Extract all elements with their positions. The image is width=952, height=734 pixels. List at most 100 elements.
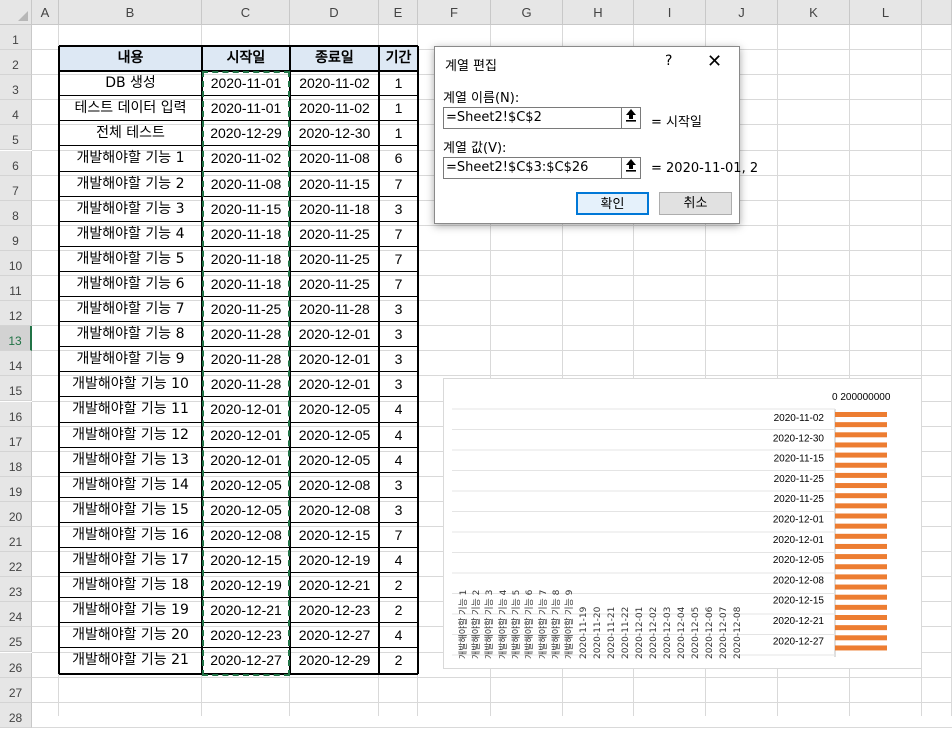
row-header-28[interactable]: 28: [0, 702, 32, 728]
table-cell[interactable]: 개발해야할 기능 15: [59, 498, 202, 523]
table-cell[interactable]: 2020-12-23: [290, 598, 379, 623]
table-header-cell[interactable]: 시작일: [202, 46, 290, 72]
table-cell[interactable]: 3: [379, 297, 418, 322]
table-cell[interactable]: 2020-11-08: [290, 146, 379, 171]
row-header-10[interactable]: 10: [0, 250, 32, 276]
series-values-field[interactable]: =Sheet2!$C$3:$C$26: [443, 157, 627, 179]
table-cell[interactable]: 2020-12-30: [290, 121, 379, 146]
column-header-f[interactable]: F: [418, 0, 491, 25]
table-cell[interactable]: DB 생성: [59, 71, 202, 96]
table-cell[interactable]: 3: [379, 197, 418, 222]
row-header-13[interactable]: 13: [0, 326, 32, 352]
table-cell[interactable]: 2020-11-18: [290, 197, 379, 222]
table-cell[interactable]: 개발해야할 기능 8: [59, 322, 202, 347]
table-cell[interactable]: 7: [379, 172, 418, 197]
table-cell[interactable]: 2020-12-19: [290, 548, 379, 573]
table-cell[interactable]: 2: [379, 648, 418, 673]
ok-button[interactable]: 확인: [576, 192, 649, 215]
row-header-5[interactable]: 5: [0, 125, 32, 151]
gantt-chart[interactable]: 0 200000000 2020-11-02 2020-12-30 2020-11-1…: [443, 378, 922, 669]
table-cell[interactable]: 개발해야할 기능 20: [59, 623, 202, 648]
table-cell[interactable]: 개발해야할 기능 14: [59, 473, 202, 498]
table-cell[interactable]: 3: [379, 322, 418, 347]
table-cell[interactable]: 개발해야할 기능 19: [59, 598, 202, 623]
table-cell[interactable]: 7: [379, 247, 418, 272]
table-cell[interactable]: 2020-12-29: [290, 648, 379, 673]
table-cell[interactable]: 2020-11-25: [290, 272, 379, 297]
column-header-g[interactable]: G: [491, 0, 563, 25]
table-cell[interactable]: 2020-12-27: [290, 623, 379, 648]
table-cell[interactable]: 개발해야할 기능 13: [59, 448, 202, 473]
row-header-20[interactable]: 20: [0, 501, 32, 527]
column-header-e[interactable]: E: [379, 0, 418, 25]
table-cell[interactable]: 2020-12-05: [290, 423, 379, 448]
table-cell[interactable]: 전체 테스트: [59, 121, 202, 146]
row-header-27[interactable]: 27: [0, 677, 32, 703]
column-header-overflow[interactable]: [922, 0, 952, 25]
table-cell[interactable]: 2: [379, 598, 418, 623]
select-all-corner[interactable]: [0, 0, 32, 25]
row-header-9[interactable]: 9: [0, 225, 32, 251]
table-cell[interactable]: 2020-12-01: [290, 347, 379, 372]
row-header-19[interactable]: 19: [0, 476, 32, 502]
table-cell[interactable]: 2020-12-01: [290, 372, 379, 397]
table-cell[interactable]: 2: [379, 573, 418, 598]
table-cell[interactable]: 2020-11-25: [290, 247, 379, 272]
table-cell[interactable]: 4: [379, 548, 418, 573]
row-header-22[interactable]: 22: [0, 552, 32, 578]
table-cell[interactable]: 6: [379, 146, 418, 171]
table-cell[interactable]: 3: [379, 347, 418, 372]
table-cell[interactable]: 1: [379, 96, 418, 121]
table-cell[interactable]: 개발해야할 기능 11: [59, 397, 202, 422]
table-cell[interactable]: 2020-12-08: [290, 473, 379, 498]
collapse-range-icon[interactable]: [621, 157, 641, 179]
table-header-cell[interactable]: 종료일: [290, 46, 379, 72]
table-cell[interactable]: 2020-12-05: [290, 397, 379, 422]
column-header-b[interactable]: B: [59, 0, 202, 25]
column-header-i[interactable]: I: [634, 0, 706, 25]
column-header-l[interactable]: L: [850, 0, 922, 25]
table-cell[interactable]: 개발해야할 기능 7: [59, 297, 202, 322]
series-name-field[interactable]: =Sheet2!$C$2: [443, 107, 627, 129]
table-header-cell[interactable]: 기간: [379, 46, 418, 72]
column-header-a[interactable]: A: [32, 0, 59, 25]
row-header-14[interactable]: 14: [0, 351, 32, 377]
table-cell[interactable]: 7: [379, 222, 418, 247]
table-cell[interactable]: 개발해야할 기능 2: [59, 172, 202, 197]
table-cell[interactable]: 테스트 데이터 입력: [59, 96, 202, 121]
row-header-18[interactable]: 18: [0, 451, 32, 477]
row-header-15[interactable]: 15: [0, 376, 32, 402]
table-cell[interactable]: 4: [379, 623, 418, 648]
table-cell[interactable]: 2020-11-25: [290, 222, 379, 247]
table-cell[interactable]: 4: [379, 423, 418, 448]
row-header-11[interactable]: 11: [0, 276, 32, 302]
cancel-button[interactable]: 취소: [659, 192, 732, 215]
column-header-h[interactable]: H: [563, 0, 634, 25]
row-header-17[interactable]: 17: [0, 426, 32, 452]
table-cell[interactable]: 개발해야할 기능 5: [59, 247, 202, 272]
table-cell[interactable]: 개발해야할 기능 17: [59, 548, 202, 573]
row-header-3[interactable]: 3: [0, 75, 32, 101]
table-cell[interactable]: 1: [379, 71, 418, 96]
row-header-24[interactable]: 24: [0, 602, 32, 628]
table-cell[interactable]: 4: [379, 397, 418, 422]
table-cell[interactable]: 개발해야할 기능 3: [59, 197, 202, 222]
close-icon[interactable]: ✕: [707, 51, 722, 72]
table-cell[interactable]: 3: [379, 473, 418, 498]
row-header-2[interactable]: 2: [0, 50, 32, 76]
column-header-j[interactable]: J: [706, 0, 778, 25]
table-cell[interactable]: 2020-11-15: [290, 172, 379, 197]
table-cell[interactable]: 개발해야할 기능 4: [59, 222, 202, 247]
table-cell[interactable]: 2020-12-21: [290, 573, 379, 598]
row-header-8[interactable]: 8: [0, 200, 32, 226]
row-header-12[interactable]: 12: [0, 301, 32, 327]
table-cell[interactable]: 개발해야할 기능 16: [59, 523, 202, 548]
table-cell[interactable]: 1: [379, 121, 418, 146]
table-cell[interactable]: 개발해야할 기능 9: [59, 347, 202, 372]
row-header-25[interactable]: 25: [0, 627, 32, 653]
table-cell[interactable]: 2020-11-02: [290, 96, 379, 121]
table-cell[interactable]: 개발해야할 기능 6: [59, 272, 202, 297]
column-header-c[interactable]: C: [202, 0, 290, 25]
table-cell[interactable]: 2020-12-15: [290, 523, 379, 548]
table-cell[interactable]: 2020-12-01: [290, 322, 379, 347]
